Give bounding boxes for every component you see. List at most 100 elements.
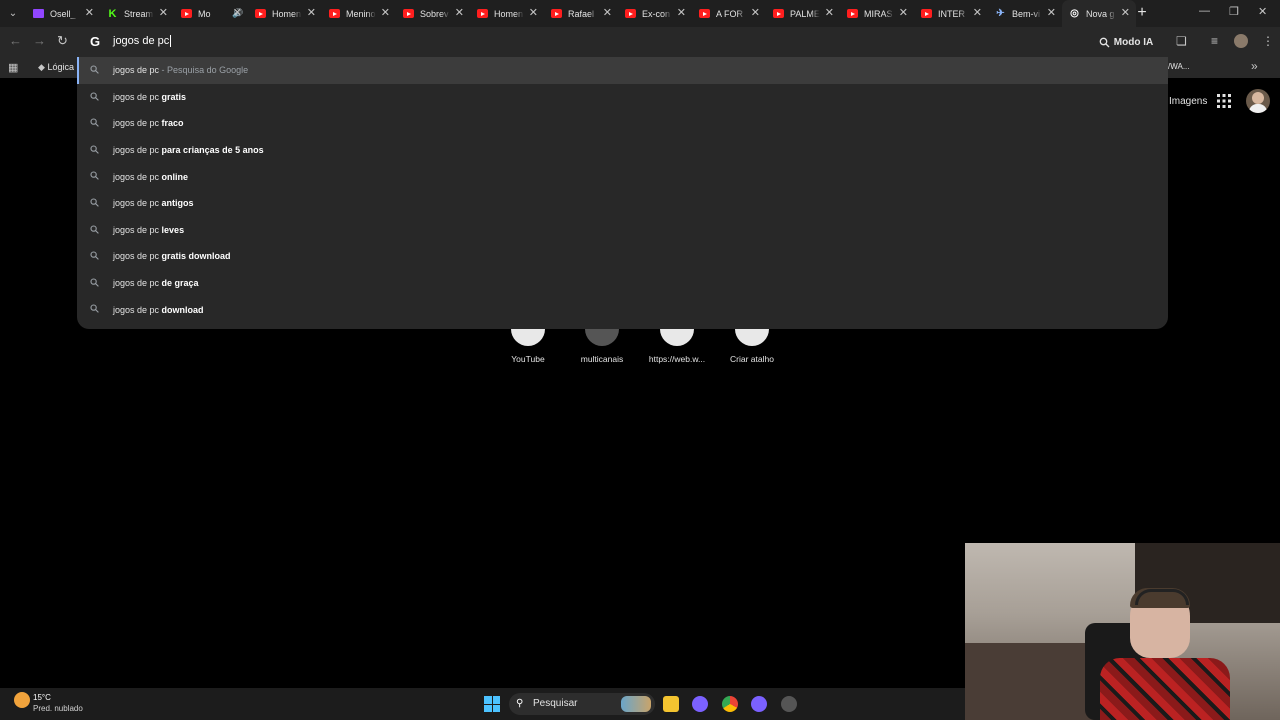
- close-tab-icon[interactable]: ✕: [1121, 7, 1130, 19]
- close-tab-icon[interactable]: ✕: [973, 7, 982, 19]
- tab[interactable]: K Stream ✕: [100, 0, 174, 27]
- tab[interactable]: ✈ Bem-vi ✕: [988, 0, 1062, 27]
- profile-avatar[interactable]: [1234, 34, 1248, 48]
- suggestion-item[interactable]: jogos de pc online: [77, 163, 1168, 190]
- close-tab-icon[interactable]: ✕: [529, 7, 538, 19]
- file-explorer-icon[interactable]: [663, 696, 679, 712]
- close-tab-icon[interactable]: ✕: [159, 7, 168, 19]
- new-tab-button[interactable]: +: [1133, 5, 1151, 23]
- suggestion-item[interactable]: jogos de pc gratis download: [77, 243, 1168, 270]
- apps-icon[interactable]: ▦: [8, 61, 18, 74]
- tab[interactable]: A FOR ✕: [692, 0, 766, 27]
- youtube-icon: [181, 9, 192, 18]
- text-caret: [170, 35, 172, 48]
- suggestion-item[interactable]: jogos de pc leves: [77, 217, 1168, 244]
- suggestion-completion: online: [161, 171, 189, 182]
- close-tab-icon[interactable]: ✕: [85, 7, 94, 19]
- tab-title: Ex-con: [642, 8, 671, 19]
- minimize-icon[interactable]: —: [1199, 5, 1210, 17]
- tab[interactable]: Sobrev ✕: [396, 0, 470, 27]
- tab[interactable]: Ex-con ✕: [618, 0, 692, 27]
- suggestion-item[interactable]: jogos de pc - Pesquisa do Google: [77, 57, 1168, 84]
- omnibox-query: jogos de pc: [113, 35, 170, 47]
- suggestion-item[interactable]: jogos de pc fraco: [77, 110, 1168, 137]
- shortcut-label: multicanais: [580, 354, 624, 364]
- suggestion-text: jogos de pc gratis download: [113, 251, 231, 261]
- modo-ia-label: Modo IA: [1113, 36, 1154, 48]
- tab-search-chevron-icon[interactable]: ⌄: [4, 4, 22, 22]
- suggestions-list: jogos de pc - Pesquisa do Google jogos de…: [77, 57, 1168, 323]
- omnibox-input[interactable]: jogos de pc: [113, 35, 172, 48]
- close-tab-icon[interactable]: ✕: [603, 7, 612, 19]
- tab[interactable]: PALME ✕: [766, 0, 840, 27]
- bookmark-wa[interactable]: /WA...: [1168, 62, 1189, 71]
- tab[interactable]: ◎ Nova g ✕: [1062, 0, 1136, 27]
- extensions-icon[interactable]: ❏: [1176, 34, 1187, 48]
- steam-icon[interactable]: [781, 696, 797, 712]
- suggestion-item[interactable]: jogos de pc de graça: [77, 270, 1168, 297]
- imagens-link[interactable]: Imagens: [1169, 96, 1207, 107]
- shortcut-label: YouTube: [511, 354, 545, 364]
- tab[interactable]: Mo 🔊 ✕: [174, 0, 248, 27]
- youtube-icon: [551, 9, 562, 18]
- tab-title: Nova g: [1086, 8, 1115, 19]
- suggestion-item[interactable]: jogos de pc gratis: [77, 84, 1168, 111]
- youtube-icon: [699, 9, 710, 18]
- reload-icon[interactable]: ↻: [57, 33, 68, 49]
- suggestion-item[interactable]: jogos de pc download: [77, 296, 1168, 323]
- close-tab-icon[interactable]: ✕: [233, 7, 242, 19]
- weather-desc[interactable]: Pred. nublado: [33, 704, 83, 713]
- modo-ia-button[interactable]: Modo IA: [1094, 32, 1158, 52]
- bookmark-logica[interactable]: ◆ Lógica: [38, 62, 74, 73]
- bookmarks-more-icon[interactable]: »: [1251, 59, 1258, 73]
- close-tab-icon[interactable]: ✕: [825, 7, 834, 19]
- tab[interactable]: MIRAS ✕: [840, 0, 914, 27]
- weather-temp[interactable]: 15°C: [33, 693, 51, 702]
- suggestion-completion: download: [161, 304, 204, 315]
- search-icon: [90, 198, 99, 207]
- forward-icon[interactable]: →: [33, 33, 46, 48]
- tab-title: Stream: [124, 8, 154, 19]
- tab[interactable]: Menino ✕: [322, 0, 396, 27]
- google-icon: G: [90, 34, 101, 49]
- tab-title: INTER: [938, 8, 965, 19]
- tab[interactable]: INTER ✕: [914, 0, 988, 27]
- youtube-icon: [329, 9, 340, 18]
- close-tab-icon[interactable]: ✕: [307, 7, 316, 19]
- close-tab-icon[interactable]: ✕: [677, 7, 686, 19]
- close-tab-icon[interactable]: ✕: [899, 7, 908, 19]
- close-tab-icon[interactable]: ✕: [381, 7, 390, 19]
- chrome-icon[interactable]: [722, 696, 738, 712]
- menu-icon[interactable]: ⋮: [1262, 34, 1274, 48]
- tab-title: Bem-vi: [1012, 8, 1041, 19]
- weather-icon[interactable]: [14, 692, 30, 708]
- tab[interactable]: Osell_ ✕: [26, 0, 100, 27]
- close-window-icon[interactable]: ✕: [1258, 5, 1267, 18]
- windows-start-icon[interactable]: [484, 696, 500, 712]
- tab-title: A FOR: [716, 8, 744, 19]
- close-tab-icon[interactable]: ✕: [1047, 7, 1056, 19]
- close-tab-icon[interactable]: ✕: [751, 7, 760, 19]
- shortcut-label: https://web.w...: [648, 354, 706, 364]
- webcam-headset: [1135, 589, 1189, 605]
- tab-title: Mo: [198, 8, 211, 19]
- account-avatar[interactable]: [1246, 89, 1270, 113]
- webcam-overlay: [965, 543, 1280, 720]
- taskbar-search[interactable]: ⚲ Pesquisar: [509, 693, 655, 715]
- app-icon[interactable]: [751, 696, 767, 712]
- twitch-app-icon[interactable]: [692, 696, 708, 712]
- search-highlight-icon: [621, 696, 651, 712]
- suggestion-prefix: jogos de pc: [113, 65, 160, 76]
- back-icon[interactable]: ←: [9, 33, 22, 48]
- google-apps-icon[interactable]: [1217, 94, 1231, 108]
- bookmark-label: Lógica: [47, 62, 74, 72]
- tab[interactable]: Homen ✕: [470, 0, 544, 27]
- tab[interactable]: Rafael ✕: [544, 0, 618, 27]
- restore-icon[interactable]: ❐: [1229, 5, 1239, 18]
- suggestion-item[interactable]: jogos de pc antigos: [77, 190, 1168, 217]
- tab[interactable]: Homen ✕: [248, 0, 322, 27]
- close-tab-icon[interactable]: ✕: [455, 7, 464, 19]
- media-controls-icon[interactable]: ≡: [1211, 34, 1218, 48]
- suggestion-item[interactable]: jogos de pc para crianças de 5 anos: [77, 137, 1168, 164]
- suggestion-prefix: jogos de pc: [113, 224, 162, 235]
